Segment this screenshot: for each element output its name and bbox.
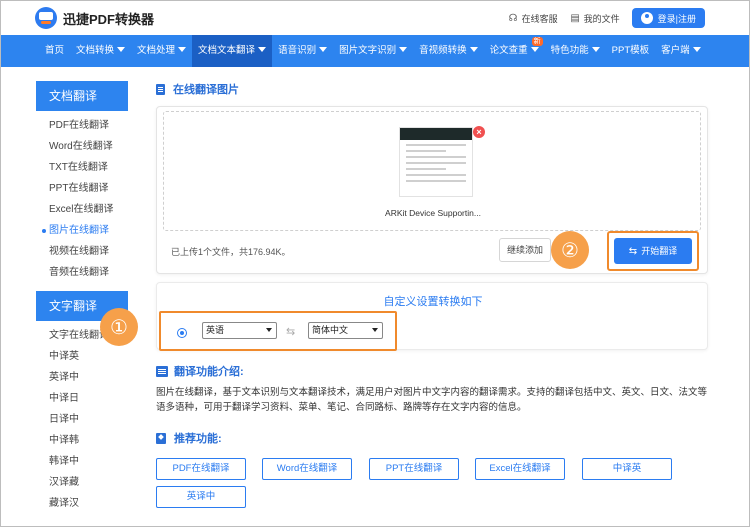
language-radio[interactable] bbox=[177, 328, 187, 338]
file-name: ARKit Device Supportin... bbox=[385, 208, 481, 218]
document-icon bbox=[156, 83, 165, 95]
recommend-word-button[interactable]: Word在线翻译 bbox=[262, 458, 352, 480]
sidebar-item-en-zh[interactable]: 英译中 bbox=[36, 367, 128, 388]
chevron-down-icon bbox=[469, 47, 478, 52]
header-links: ☊ 在线客服 ▤ 我的文件 登录|注册 bbox=[508, 8, 705, 28]
annotation-marker-2: ② bbox=[551, 231, 589, 269]
chevron-down-icon bbox=[266, 328, 272, 332]
sidebar-item-image[interactable]: 图片在线翻译 bbox=[36, 220, 128, 241]
page-frame: 迅捷PDF转换器 ☊ 在线客服 ▤ 我的文件 登录|注册 首页 文档转换 文档处… bbox=[0, 0, 750, 527]
upload-panel: × ARKit Device Supportin... 已上传1个文件，共176… bbox=[156, 106, 708, 274]
delete-file-icon[interactable]: × bbox=[473, 126, 485, 138]
chevron-down-icon bbox=[258, 47, 267, 52]
customer-service-link[interactable]: ☊ 在线客服 bbox=[508, 12, 558, 25]
recommend-ppt-button[interactable]: PPT在线翻译 bbox=[369, 458, 459, 480]
nav-item-doc-translate[interactable]: 文档文本翻译 bbox=[192, 35, 273, 67]
sidebar-item-video[interactable]: 视频在线翻译 bbox=[36, 241, 128, 262]
chevron-down-icon bbox=[319, 47, 328, 52]
new-badge: 新 bbox=[531, 37, 543, 46]
chevron-down-icon bbox=[399, 47, 408, 52]
logo-icon bbox=[35, 7, 57, 29]
upload-dropzone[interactable]: × ARKit Device Supportin... bbox=[163, 111, 701, 231]
nav-item-plagiarism[interactable]: 论文查重新 bbox=[484, 35, 545, 67]
sidebar-heading-doc: 文档翻译 bbox=[36, 81, 128, 111]
section-title-text: 在线翻译图片 bbox=[173, 84, 239, 96]
sidebar-item-bo-zh[interactable]: 藏译汉 bbox=[36, 493, 128, 514]
chevron-down-icon bbox=[372, 328, 378, 332]
sidebar-item-zh-en[interactable]: 中译英 bbox=[36, 346, 128, 367]
intro-title: 翻译功能介绍: bbox=[156, 363, 244, 379]
nav-item-doc-convert[interactable]: 文档转换 bbox=[70, 35, 131, 67]
logo[interactable]: 迅捷PDF转换器 bbox=[35, 7, 154, 29]
nav-item-doc-process[interactable]: 文档处理 bbox=[131, 35, 192, 67]
nav-item-features[interactable]: 特色功能 bbox=[545, 35, 606, 67]
top-header: 迅捷PDF转换器 ☊ 在线客服 ▤ 我的文件 登录|注册 bbox=[1, 1, 749, 35]
start-translate-button[interactable]: ⇆ 开始翻译 bbox=[614, 238, 692, 264]
intro-icon bbox=[156, 365, 168, 377]
chevron-down-icon bbox=[117, 47, 126, 52]
sidebar-item-ja-zh[interactable]: 日译中 bbox=[36, 409, 128, 430]
section-title: 在线翻译图片 bbox=[156, 81, 708, 97]
settings-title: 自定义设置转换如下 bbox=[383, 296, 483, 308]
main-content: 在线翻译图片 × ARKit Device Supportin... 已上传1个… bbox=[100, 81, 708, 508]
my-files-label: 我的文件 bbox=[583, 13, 620, 24]
customer-service-label: 在线客服 bbox=[521, 13, 558, 24]
chevron-down-icon bbox=[692, 47, 701, 52]
logo-text: 迅捷PDF转换器 bbox=[63, 11, 155, 27]
sidebar-item-excel[interactable]: Excel在线翻译 bbox=[36, 199, 128, 220]
sidebar-item-ko-zh[interactable]: 韩译中 bbox=[36, 451, 128, 472]
nav-item-ocr[interactable]: 图片文字识别 bbox=[333, 35, 413, 67]
recommend-pdf-button[interactable]: PDF在线翻译 bbox=[156, 458, 246, 480]
main-nav: 首页 文档转换 文档处理 文档文本翻译 语音识别 图片文字识别 音视频转换 论文… bbox=[1, 35, 749, 67]
nav-item-ppt[interactable]: PPT模板 bbox=[606, 35, 655, 67]
sidebar: 文档翻译 PDF在线翻译 Word在线翻译 TXT在线翻译 PPT在线翻译 Ex… bbox=[36, 81, 128, 522]
recommend-title: 推荐功能: bbox=[156, 430, 222, 446]
sidebar-doc-list: PDF在线翻译 Word在线翻译 TXT在线翻译 PPT在线翻译 Excel在线… bbox=[36, 111, 128, 291]
swap-languages-icon[interactable]: ⇆ bbox=[286, 325, 295, 338]
annotation-marker-1: ① bbox=[100, 308, 138, 346]
user-icon bbox=[640, 12, 653, 24]
chevron-down-icon bbox=[591, 47, 600, 52]
file-thumbnail bbox=[399, 127, 473, 197]
chevron-down-icon bbox=[178, 47, 187, 52]
recommend-en-zh-button[interactable]: 英译中 bbox=[156, 486, 246, 508]
sidebar-text-list: 文字在线翻译 中译英 英译中 中译日 日译中 中译韩 韩译中 汉译藏 藏译汉 bbox=[36, 321, 128, 522]
nav-item-client[interactable]: 客户端 bbox=[655, 35, 707, 67]
file-icon: ▤ bbox=[570, 12, 580, 24]
settings-panel: 自定义设置转换如下 英语 ⇆ 简体中文 bbox=[156, 282, 708, 351]
start-translate-label: 开始翻译 bbox=[641, 246, 678, 256]
login-button[interactable]: 登录|注册 bbox=[631, 8, 705, 28]
nav-item-speech[interactable]: 语音识别 bbox=[272, 35, 333, 67]
my-files-link[interactable]: ▤ 我的文件 bbox=[570, 12, 620, 25]
swap-icon: ⇆ bbox=[628, 246, 638, 257]
chevron-down-icon bbox=[530, 47, 539, 52]
recommend-zh-en-button[interactable]: 中译英 bbox=[582, 458, 672, 480]
intro-title-text: 翻译功能介绍: bbox=[174, 366, 244, 378]
sidebar-item-ppt[interactable]: PPT在线翻译 bbox=[36, 178, 128, 199]
recommend-excel-button[interactable]: Excel在线翻译 bbox=[475, 458, 565, 480]
recommend-title-text: 推荐功能: bbox=[174, 433, 222, 445]
sidebar-item-zh-ko[interactable]: 中译韩 bbox=[36, 430, 128, 451]
headset-icon: ☊ bbox=[508, 12, 518, 24]
sidebar-item-word[interactable]: Word在线翻译 bbox=[36, 136, 128, 157]
source-language-value: 英语 bbox=[206, 325, 225, 335]
sidebar-item-audio[interactable]: 音频在线翻译 bbox=[36, 262, 128, 283]
nav-item-home[interactable]: 首页 bbox=[39, 35, 70, 67]
sidebar-item-zh-ja[interactable]: 中译日 bbox=[36, 388, 128, 409]
continue-add-button[interactable]: 继续添加 bbox=[499, 238, 551, 262]
sidebar-item-pdf[interactable]: PDF在线翻译 bbox=[36, 115, 128, 136]
target-language-value: 简体中文 bbox=[312, 325, 349, 335]
sidebar-item-txt[interactable]: TXT在线翻译 bbox=[36, 157, 128, 178]
target-language-select[interactable]: 简体中文 bbox=[308, 322, 383, 339]
login-label: 登录|注册 bbox=[657, 13, 696, 24]
intro-text: 图片在线翻译，基于文本识别与文本翻译技术，满足用户对图片中文字内容的翻译需求。支… bbox=[156, 387, 708, 413]
sidebar-item-zh-bo[interactable]: 汉译藏 bbox=[36, 472, 128, 493]
bookmark-icon bbox=[156, 432, 166, 444]
upload-info: 已上传1个文件，共176.94K。 bbox=[171, 247, 291, 257]
nav-item-av-convert[interactable]: 音视频转换 bbox=[413, 35, 484, 67]
source-language-select[interactable]: 英语 bbox=[202, 322, 277, 339]
